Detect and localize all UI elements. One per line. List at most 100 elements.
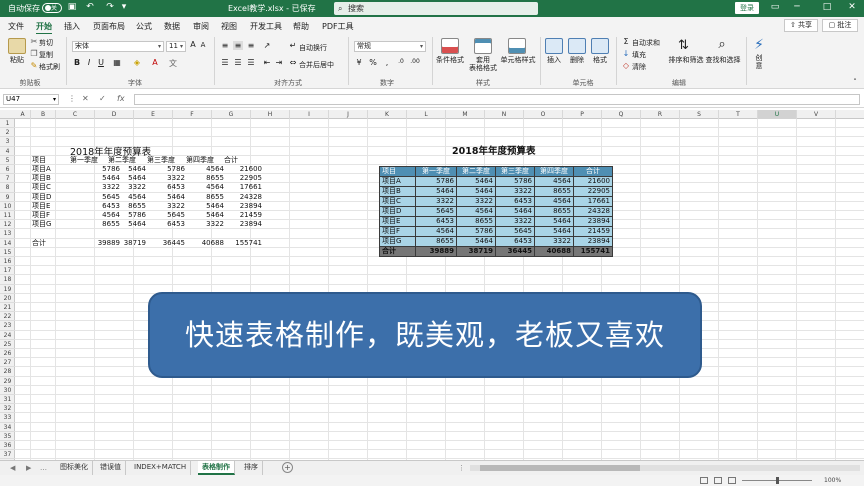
autosum-label[interactable]: 自动求和 xyxy=(632,38,660,48)
align-middle-icon[interactable]: ≡ xyxy=(233,41,243,50)
tab-data[interactable]: 数据 xyxy=(164,21,180,32)
row-header-35[interactable]: 35 xyxy=(0,432,15,441)
column-header-f[interactable]: F xyxy=(173,110,212,119)
row-header-9[interactable]: 9 xyxy=(0,193,15,202)
maximize-icon[interactable]: □ xyxy=(819,2,835,12)
percent-icon[interactable]: % xyxy=(368,58,378,67)
clear-label[interactable]: 清除 xyxy=(632,62,646,72)
font-size-select[interactable]: 11 ▾ xyxy=(166,41,186,52)
delete-cells-icon[interactable] xyxy=(568,38,586,54)
column-header-b[interactable]: B xyxy=(31,110,56,119)
border-icon[interactable]: ▦ xyxy=(112,58,122,67)
row-header-21[interactable]: 21 xyxy=(0,303,15,313)
ribbon-display-icon[interactable]: ▭ xyxy=(767,2,783,12)
row-header-24[interactable]: 24 xyxy=(0,331,15,340)
undo-icon[interactable]: ↶ xyxy=(84,2,96,12)
align-bottom-icon[interactable]: ≡ xyxy=(246,41,256,50)
decrease-font-icon[interactable]: A xyxy=(198,41,208,49)
font-color-icon[interactable]: A xyxy=(150,58,160,67)
merge-center-icon[interactable]: ⇔ xyxy=(288,58,298,67)
column-header-n[interactable]: N xyxy=(485,110,524,119)
column-header-g[interactable]: G xyxy=(212,110,251,119)
copy-icon[interactable]: ❐ xyxy=(29,49,39,58)
orientation-icon[interactable]: ↗ xyxy=(262,41,272,50)
row-header-5[interactable]: 5 xyxy=(0,156,15,165)
sheet-tab-icon-beautify[interactable]: 图标美化 xyxy=(56,461,93,475)
row-header-31[interactable]: 31 xyxy=(0,395,15,405)
lightning-icon[interactable]: ⚡ xyxy=(754,37,764,53)
page-layout-view-icon[interactable] xyxy=(714,477,722,484)
row-header-12[interactable]: 12 xyxy=(0,220,15,230)
tab-insert[interactable]: 插入 xyxy=(64,21,80,32)
search-box[interactable]: ⌕ 搜索 xyxy=(334,2,538,15)
row-header-18[interactable]: 18 xyxy=(0,275,15,285)
sheet-tab-sort[interactable]: 排序 xyxy=(240,461,263,475)
column-header-s[interactable]: S xyxy=(680,110,719,119)
save-icon[interactable]: ▣ xyxy=(66,2,78,12)
close-icon[interactable]: ✕ xyxy=(844,2,860,12)
sort-filter-icon[interactable]: ⇅ xyxy=(678,38,689,53)
row-header-37[interactable]: 37 xyxy=(0,450,15,460)
cut-icon[interactable]: ✂ xyxy=(29,37,39,46)
tab-formulas[interactable]: 公式 xyxy=(136,21,152,32)
insert-cells-icon[interactable] xyxy=(545,38,563,54)
column-header-h[interactable]: H xyxy=(251,110,290,119)
align-left-icon[interactable]: ☰ xyxy=(220,58,230,67)
cancel-icon[interactable]: ✕ xyxy=(82,94,89,103)
zoom-slider-knob[interactable] xyxy=(776,477,779,484)
column-header-i[interactable]: I xyxy=(290,110,329,119)
column-header-j[interactable]: J xyxy=(329,110,368,119)
sheet-tab-error-value[interactable]: 错误值 xyxy=(96,461,126,475)
column-header-a[interactable]: A xyxy=(15,110,31,119)
tab-review[interactable]: 审阅 xyxy=(193,21,209,32)
share-button[interactable]: ⇧ 共享 xyxy=(784,19,818,32)
font-name-select[interactable]: 宋体 ▾ xyxy=(72,41,164,52)
cell-styles-icon[interactable] xyxy=(508,38,526,54)
customize-toolbar-icon[interactable]: ▾ xyxy=(118,2,130,12)
cut-label[interactable]: 剪切 xyxy=(39,38,53,48)
clear-icon[interactable]: ◇ xyxy=(621,61,631,70)
tab-split-handle-icon[interactable]: ⋮ xyxy=(458,464,465,472)
tab-help[interactable]: 帮助 xyxy=(293,21,309,32)
page-break-view-icon[interactable] xyxy=(728,477,736,484)
row-header-2[interactable]: 2 xyxy=(0,128,15,138)
align-right-icon[interactable]: ☰ xyxy=(246,58,256,67)
column-header-r[interactable]: R xyxy=(641,110,680,119)
merge-center-label[interactable]: 合并后居中 xyxy=(299,60,334,70)
indent-icon[interactable]: ⇤ xyxy=(262,58,272,67)
format-painter-icon[interactable]: ✎ xyxy=(29,61,39,70)
row-header-13[interactable]: 13 xyxy=(0,229,15,239)
more-sheets-icon[interactable]: … xyxy=(40,464,47,472)
row-header-32[interactable]: 32 xyxy=(0,404,15,414)
row-header-29[interactable]: 29 xyxy=(0,377,15,386)
row-header-17[interactable]: 17 xyxy=(0,266,15,276)
insert-function-icon[interactable]: fx xyxy=(117,94,125,103)
accounting-format-icon[interactable]: ¥ xyxy=(354,58,364,67)
format-as-table-icon[interactable] xyxy=(474,38,492,54)
comma-style-icon[interactable]: , xyxy=(382,58,392,67)
row-header-19[interactable]: 19 xyxy=(0,285,15,294)
row-header-3[interactable]: 3 xyxy=(0,137,15,147)
name-box[interactable]: U47 ▾ xyxy=(3,94,59,105)
next-sheet-icon[interactable]: ▶ xyxy=(26,464,31,472)
column-header-e[interactable]: E xyxy=(134,110,173,119)
row-header-22[interactable]: 22 xyxy=(0,312,15,322)
increase-decimal-icon[interactable]: .0 xyxy=(396,58,406,65)
tab-pdf-tools[interactable]: PDF工具 xyxy=(322,21,354,32)
tab-file[interactable]: 文件 xyxy=(8,21,24,32)
tab-view[interactable]: 视图 xyxy=(221,21,237,32)
align-center-icon[interactable]: ☰ xyxy=(233,58,243,67)
paste-icon[interactable] xyxy=(8,38,26,54)
add-sheet-icon[interactable]: + xyxy=(282,462,293,473)
row-header-14[interactable]: 14 xyxy=(0,239,15,248)
collapse-ribbon-icon[interactable]: ˄ xyxy=(850,78,860,86)
enter-icon[interactable]: ✓ xyxy=(99,94,106,103)
align-top-icon[interactable]: ≡ xyxy=(220,41,230,50)
column-header-p[interactable]: P xyxy=(563,110,602,119)
normal-view-icon[interactable] xyxy=(700,477,708,484)
row-header-27[interactable]: 27 xyxy=(0,358,15,368)
italic-button[interactable]: I xyxy=(84,58,94,67)
bold-button[interactable]: B xyxy=(72,58,82,67)
row-header-36[interactable]: 36 xyxy=(0,441,15,451)
minimize-icon[interactable]: ─ xyxy=(789,2,805,12)
